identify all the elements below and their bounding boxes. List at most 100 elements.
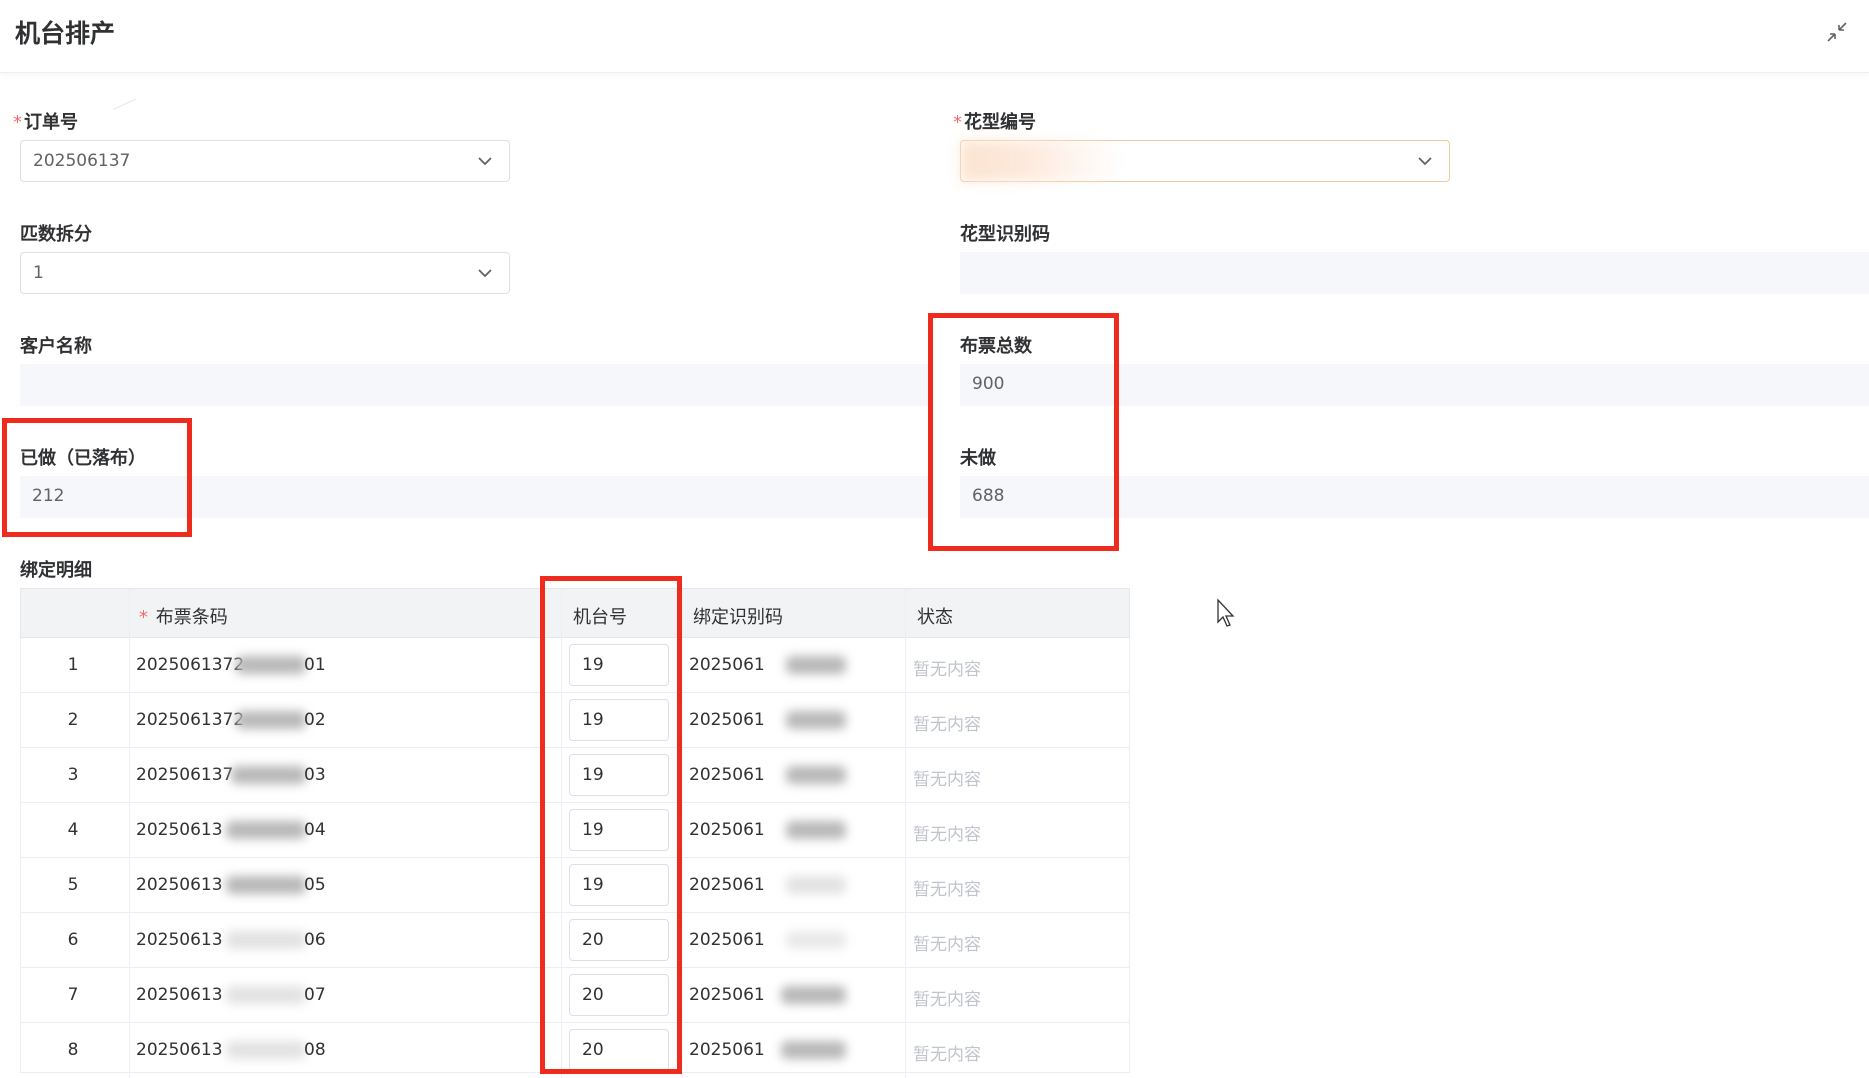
status-text: 暂无内容 xyxy=(913,825,981,845)
bind-code-prefix: 2025061 xyxy=(689,1040,765,1060)
highlight-box-totals xyxy=(928,313,1119,551)
barcode-prefix: 202506137 xyxy=(136,765,234,785)
chevron-down-icon xyxy=(1418,157,1432,166)
barcode-prefix: 20250613 xyxy=(136,1040,223,1060)
chevron-down-icon xyxy=(478,157,492,166)
customer-name-field xyxy=(20,364,930,406)
column-divider xyxy=(129,693,130,748)
order-no-value: 202506137 xyxy=(33,151,131,171)
barcode-suffix: 06 xyxy=(304,930,326,950)
row-index: 2 xyxy=(67,710,79,730)
highlight-box-machine-column xyxy=(540,576,682,1074)
barcode-prefix: 20250613 xyxy=(136,985,223,1005)
highlight-box-done xyxy=(2,418,192,537)
pattern-code-field xyxy=(960,252,1869,294)
barcode-suffix: 05 xyxy=(304,875,326,895)
barcode-prefix: 2025061372 xyxy=(136,655,245,675)
mouse-pointer-icon xyxy=(1216,598,1238,632)
page-title: 机台排产 xyxy=(15,19,116,48)
column-divider xyxy=(129,913,130,968)
chevron-down-icon xyxy=(478,269,492,278)
column-divider xyxy=(129,1023,130,1078)
redacted-area xyxy=(226,1041,306,1059)
redacted-area xyxy=(786,766,846,784)
watermark: ⸺ xyxy=(107,89,141,118)
column-divider xyxy=(905,968,906,1023)
redacted-area xyxy=(231,766,306,784)
status-text: 暂无内容 xyxy=(913,935,981,955)
bind-code-prefix: 2025061 xyxy=(689,710,765,730)
bind-code-prefix: 2025061 xyxy=(689,820,765,840)
column-divider xyxy=(129,858,130,913)
shrink-icon[interactable] xyxy=(1825,20,1849,44)
status-text: 暂无内容 xyxy=(913,880,981,900)
redacted-area xyxy=(781,1041,846,1059)
pattern-no-select[interactable] xyxy=(960,140,1450,182)
redacted-area xyxy=(786,656,846,674)
barcode-suffix: 02 xyxy=(304,710,326,730)
row-index: 7 xyxy=(67,985,79,1005)
required-mark: * xyxy=(139,607,154,628)
barcode-prefix: 20250613 xyxy=(136,875,223,895)
redacted-area xyxy=(781,986,846,1004)
status-text: 暂无内容 xyxy=(913,660,981,680)
redacted-area xyxy=(226,931,306,949)
barcode-suffix: 01 xyxy=(304,655,326,675)
status-text: 暂无内容 xyxy=(913,715,981,735)
redacted-area xyxy=(236,711,306,729)
status-text: 暂无内容 xyxy=(913,1045,981,1065)
dialog-header xyxy=(0,0,1869,73)
split-count-select[interactable]: 1 xyxy=(20,252,510,294)
column-divider xyxy=(129,803,130,858)
bind-code-prefix: 2025061 xyxy=(689,655,765,675)
customer-name-label: 客户名称 xyxy=(20,336,92,357)
status-text: 暂无内容 xyxy=(913,770,981,790)
column-divider xyxy=(905,913,906,968)
split-count-label: 匹数拆分 xyxy=(20,224,92,245)
status-text: 暂无内容 xyxy=(913,990,981,1010)
column-divider xyxy=(905,858,906,913)
barcode-prefix: 20250613 xyxy=(136,930,223,950)
order-no-label: * 订单号 xyxy=(13,112,78,133)
barcode-suffix: 08 xyxy=(304,1040,326,1060)
column-divider xyxy=(129,638,130,693)
redacted-area xyxy=(226,986,306,1004)
column-divider xyxy=(905,693,906,748)
required-mark: * xyxy=(13,112,22,133)
barcode-suffix: 04 xyxy=(304,820,326,840)
column-divider xyxy=(129,748,130,803)
order-no-select[interactable]: 202506137 xyxy=(20,140,510,182)
binding-detail-title: 绑定明细 xyxy=(20,560,92,581)
pattern-code-label: 花型识别码 xyxy=(960,224,1050,245)
pattern-no-label: * 花型编号 xyxy=(953,112,1036,133)
redacted-area xyxy=(786,931,846,949)
bind-code-prefix: 2025061 xyxy=(689,875,765,895)
column-divider xyxy=(129,589,130,639)
column-header-status: 状态 xyxy=(917,607,953,628)
row-index: 1 xyxy=(67,655,79,675)
column-divider xyxy=(905,638,906,693)
redacted-area xyxy=(786,711,846,729)
column-divider xyxy=(905,589,906,639)
barcode-prefix: 2025061372 xyxy=(136,710,245,730)
redacted-area xyxy=(786,821,846,839)
redacted-area xyxy=(236,656,306,674)
redacted-area xyxy=(786,876,846,894)
bind-code-prefix: 2025061 xyxy=(689,930,765,950)
blurred-value xyxy=(961,141,1121,181)
barcode-prefix: 20250613 xyxy=(136,820,223,840)
barcode-suffix: 07 xyxy=(304,985,326,1005)
row-index: 3 xyxy=(67,765,79,785)
redacted-area xyxy=(226,876,306,894)
required-mark: * xyxy=(953,112,962,133)
column-divider xyxy=(905,748,906,803)
column-header-barcode: * 布票条码 xyxy=(139,607,228,628)
barcode-suffix: 03 xyxy=(304,765,326,785)
column-divider xyxy=(905,803,906,858)
bind-code-prefix: 2025061 xyxy=(689,765,765,785)
column-header-bind-code: 绑定识别码 xyxy=(693,607,783,628)
split-count-value: 1 xyxy=(33,263,44,283)
row-index: 6 xyxy=(67,930,79,950)
row-index: 5 xyxy=(67,875,79,895)
bind-code-prefix: 2025061 xyxy=(689,985,765,1005)
